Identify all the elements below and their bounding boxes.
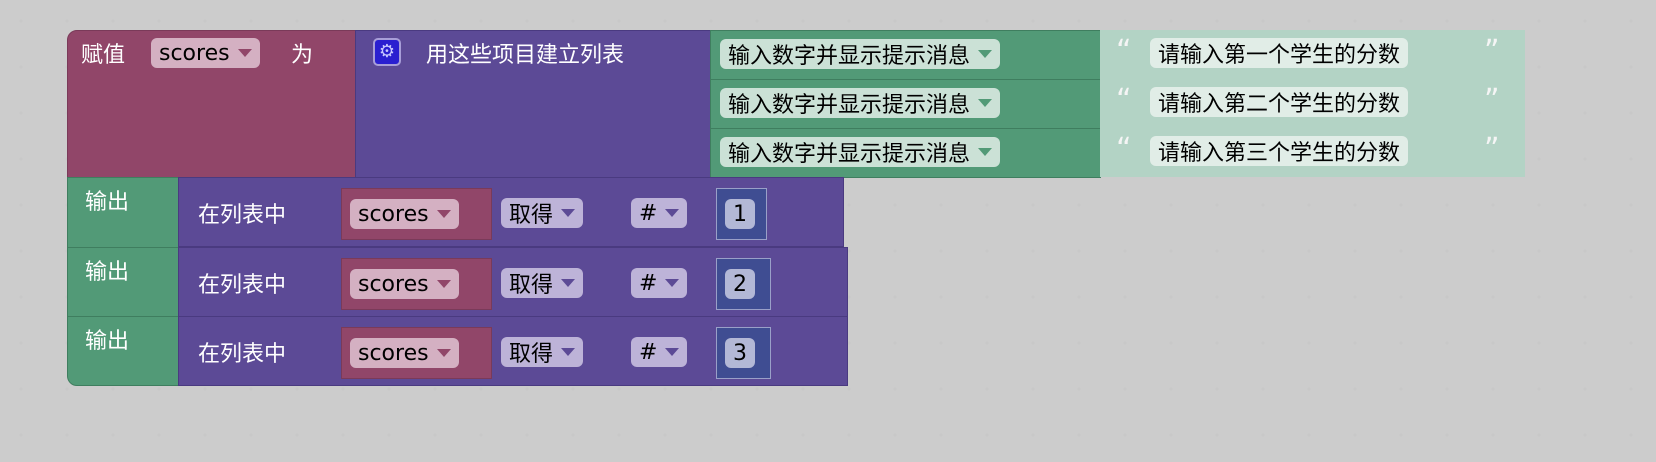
close-quote-icon: ” (1484, 34, 1500, 69)
operation-dropdown[interactable]: 取得 (501, 268, 584, 298)
variable-dropdown[interactable]: scores (350, 199, 459, 229)
variable-name: scores (358, 340, 429, 366)
operation-value: 取得 (509, 342, 554, 367)
dropdown-value: 输入数字并显示提示消息 (728, 142, 971, 167)
ask-number-block[interactable]: 输入数字并显示提示消息 (710, 79, 1101, 129)
variable-block[interactable]: scores (341, 188, 492, 240)
variable-block[interactable]: scores (341, 258, 492, 310)
variable-dropdown[interactable]: scores (151, 38, 260, 68)
text-block[interactable]: “ 请输入第一个学生的分数 ” (1100, 30, 1525, 80)
number-block[interactable]: 2 (716, 258, 771, 310)
operation-dropdown[interactable]: 取得 (501, 198, 584, 228)
number-field[interactable]: 3 (725, 338, 755, 368)
text-field[interactable]: 请输入第一个学生的分数 (1150, 38, 1409, 68)
chevron-down-icon (561, 279, 576, 287)
open-quote-icon: “ (1116, 83, 1132, 118)
operation-value: 取得 (509, 203, 554, 228)
variable-name: scores (358, 271, 429, 297)
gear-icon[interactable]: ⚙ (373, 38, 401, 66)
text-value: 请输入第三个学生的分数 (1158, 141, 1401, 166)
text-block[interactable]: “ 请输入第三个学生的分数 ” (1100, 128, 1525, 177)
list-get-block[interactable]: 在列表中 scores 取得 # 2 (178, 247, 848, 317)
create-list-block[interactable]: ⚙ 用这些项目建立列表 (355, 30, 711, 178)
in-list-label: 在列表中 (198, 273, 287, 298)
print-block[interactable]: 输出 (67, 316, 179, 386)
ask-number-dropdown[interactable]: 输入数字并显示提示消息 (720, 88, 1001, 118)
text-value: 请输入第一个学生的分数 (1158, 43, 1401, 68)
in-list-label: 在列表中 (198, 342, 287, 367)
position-value: # (639, 339, 658, 365)
number-block[interactable]: 1 (716, 188, 767, 240)
dropdown-value: 输入数字并显示提示消息 (728, 93, 971, 118)
text-field[interactable]: 请输入第三个学生的分数 (1150, 136, 1409, 166)
open-quote-icon: “ (1116, 34, 1132, 69)
chevron-down-icon (436, 349, 451, 357)
list-get-block[interactable]: 在列表中 scores 取得 # 3 (178, 316, 848, 386)
print-label: 输出 (85, 329, 130, 354)
chevron-down-icon (978, 99, 993, 107)
chevron-down-icon (665, 348, 680, 356)
chevron-down-icon (561, 209, 576, 217)
ask-number-dropdown[interactable]: 输入数字并显示提示消息 (720, 39, 1001, 69)
variable-name: scores (358, 201, 429, 227)
print-label: 输出 (85, 260, 130, 285)
close-quote-icon: ” (1484, 132, 1500, 167)
number-value: 2 (733, 271, 747, 297)
chevron-down-icon (436, 210, 451, 218)
position-value: # (639, 270, 658, 296)
position-dropdown[interactable]: # (631, 268, 688, 298)
chevron-down-icon (561, 348, 576, 356)
chevron-down-icon (436, 280, 451, 288)
open-quote-icon: “ (1116, 132, 1132, 167)
ask-number-block[interactable]: 输入数字并显示提示消息 (710, 128, 1101, 178)
number-field[interactable]: 2 (725, 269, 755, 299)
number-value: 3 (733, 340, 747, 366)
set-variable-block[interactable]: 赋值 scores 为 (67, 30, 356, 178)
variable-block[interactable]: scores (341, 327, 492, 379)
position-dropdown[interactable]: # (631, 337, 688, 367)
print-block[interactable]: 输出 (67, 247, 179, 317)
in-list-label: 在列表中 (198, 203, 287, 228)
create-list-label: 用这些项目建立列表 (426, 43, 625, 68)
chevron-down-icon (665, 209, 680, 217)
chevron-down-icon (665, 279, 680, 287)
ask-number-block[interactable]: 输入数字并显示提示消息 (710, 30, 1101, 80)
variable-name: scores (159, 40, 230, 66)
operation-value: 取得 (509, 273, 554, 298)
text-field[interactable]: 请输入第二个学生的分数 (1150, 87, 1409, 117)
dropdown-value: 输入数字并显示提示消息 (728, 44, 971, 69)
close-quote-icon: ” (1484, 83, 1500, 118)
chevron-down-icon (978, 148, 993, 156)
print-label: 输出 (85, 190, 130, 215)
position-dropdown[interactable]: # (631, 198, 688, 228)
chevron-down-icon (978, 50, 993, 58)
print-block[interactable]: 输出 (67, 177, 179, 248)
ask-number-dropdown[interactable]: 输入数字并显示提示消息 (720, 137, 1001, 167)
number-field[interactable]: 1 (725, 199, 755, 229)
number-block[interactable]: 3 (716, 327, 771, 379)
list-get-block[interactable]: 在列表中 scores 取得 # 1 (178, 177, 844, 247)
variable-dropdown[interactable]: scores (350, 338, 459, 368)
position-value: # (639, 200, 658, 226)
to-label: 为 (291, 43, 314, 68)
chevron-down-icon (237, 49, 252, 57)
operation-dropdown[interactable]: 取得 (501, 337, 584, 367)
number-value: 1 (733, 201, 747, 227)
text-block[interactable]: “ 请输入第二个学生的分数 ” (1100, 79, 1525, 129)
variable-dropdown[interactable]: scores (350, 269, 459, 299)
set-label: 赋值 (81, 43, 126, 68)
text-value: 请输入第二个学生的分数 (1158, 92, 1401, 117)
